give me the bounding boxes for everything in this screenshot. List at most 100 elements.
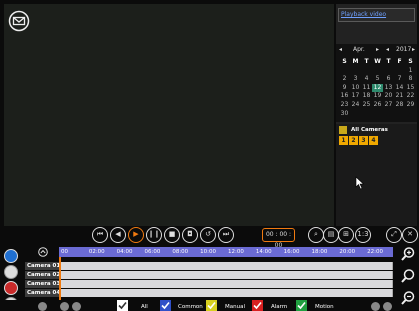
calendar-day[interactable]: 13 [383,84,394,93]
calendar-day [361,67,372,76]
year-label: 2017 [396,46,412,53]
calendar-day[interactable]: 4 [361,75,372,84]
playback-video-link[interactable]: Playback video [338,8,415,22]
video-view[interactable] [4,4,334,226]
search-icon[interactable]: ⌕ [308,227,324,243]
time-tick-label: 04:00 [116,249,133,255]
common-filter-checkbox[interactable] [160,300,171,311]
calendar-day[interactable]: 15 [405,84,416,93]
calendar-day[interactable]: 28 [394,101,405,110]
calendar-day[interactable]: 1 [405,67,416,76]
calendar-day[interactable]: 7 [394,75,405,84]
scroll-right-icon[interactable] [72,302,81,311]
calendar-day[interactable]: 29 [405,101,416,110]
calendar-day[interactable]: 23 [339,101,350,110]
timeline-down-icon[interactable] [38,302,47,311]
calendar-day[interactable]: 11 [361,84,372,93]
camera-track[interactable] [59,262,393,270]
manual-filter-checkbox[interactable] [206,300,217,311]
calendar-weekday: F [397,58,402,65]
calendar-weekday: M [352,58,359,65]
play-icon[interactable]: ▶ [128,227,144,243]
skip-back-icon[interactable]: ⏮ [92,227,108,243]
calendar-day[interactable]: 3 [350,75,361,84]
time-tick-label: 14:00 [255,249,272,255]
calendar-day[interactable]: 5 [372,75,383,84]
rewind-icon[interactable]: ↺ [200,227,216,243]
calendar-week-row: 30 [339,110,416,119]
time-tick-label: 20:00 [339,249,356,255]
stop-icon[interactable]: ■ [164,227,180,243]
time-tick-label: 18:00 [311,249,328,255]
save-icon[interactable]: ▤ [323,227,339,243]
prev-year-icon[interactable]: ◂ [386,46,389,53]
scroll-left-icon[interactable] [371,302,380,311]
calendar-day[interactable]: 25 [361,101,372,110]
calendar-day[interactable]: 14 [394,84,405,93]
next-month-icon[interactable]: ▸ [376,46,379,53]
fullscreen-icon[interactable]: ⤢ [386,227,402,243]
calendar-day [383,110,394,119]
camera-track[interactable] [59,280,393,288]
calendar-day[interactable]: 18 [361,92,372,101]
calendar-day[interactable]: 22 [405,92,416,101]
pause-icon[interactable]: ❙❙ [146,227,162,243]
calendar-day[interactable]: 9 [339,84,350,93]
mail-icon[interactable] [8,10,30,32]
motion-filter-checkbox[interactable] [296,300,307,311]
calendar-day[interactable]: 21 [394,92,405,101]
calendar-day[interactable]: 30 [339,110,350,119]
playhead[interactable] [59,257,61,300]
calendar-day-selected[interactable]: 12 [372,83,383,93]
camera-track[interactable] [59,271,393,279]
calendar-day[interactable]: 6 [383,75,394,84]
time-axis[interactable]: 00 02:00 04:00 06:00 08:00 10:00 12:00 14:00 16:… [59,247,393,257]
zoom-out-icon[interactable] [400,290,416,306]
calendar-week-row: 9 10 11 12 13 14 15 [339,83,416,93]
calendar-day[interactable]: 26 [372,101,383,110]
calendar-nav: ◂ Apr. ▸ ◂ 2017 ▸ [336,46,417,55]
calendar-day[interactable]: 10 [350,84,361,93]
prev-icon[interactable]: ◀ [110,227,126,243]
camera-toggle-1[interactable]: 1 [339,136,348,145]
calendar-day[interactable]: 8 [405,75,416,84]
timeline-up-icon[interactable] [37,247,49,257]
calendar-week-row: 1 [339,67,416,76]
all-filter-checkbox[interactable] [117,300,128,311]
camera-track[interactable] [59,289,393,297]
prev-month-icon[interactable]: ◂ [339,46,342,53]
time-tick-label: 12:00 [228,249,244,255]
calendar-weekday: T [386,58,391,65]
calendar-weekday: S [342,58,347,65]
zoom-in-icon[interactable] [400,246,416,262]
calendar-day[interactable]: 2 [339,75,350,84]
calendar-day [394,110,405,119]
camera-toggle-3[interactable]: 3 [359,136,368,145]
calendar-day [383,67,394,76]
next-year-icon[interactable]: ▸ [412,46,415,53]
close-icon[interactable]: ✕ [402,227,418,243]
scroll-left-icon[interactable] [60,302,69,311]
calendar-day [339,67,350,76]
camera-toggle-2[interactable]: 2 [349,136,358,145]
all-cameras-checkbox[interactable] [339,126,347,134]
calendar-weekday: T [364,58,369,65]
camera-selector: All Cameras 1 2 3 4 [336,124,417,226]
month-label: Apr. [353,46,365,53]
grid-view-icon[interactable]: ⊞ [338,227,354,243]
time-display: 00 : 00 : 00 [262,228,295,249]
scroll-right-icon[interactable] [383,302,392,311]
calendar-day[interactable]: 27 [383,101,394,110]
calendar-day[interactable]: 17 [350,92,361,101]
camera-toggle-4[interactable]: 4 [369,136,378,145]
calendar-day[interactable]: 20 [383,92,394,101]
search-icon[interactable] [400,268,416,284]
alarm-filter-checkbox[interactable] [252,300,263,311]
skip-forward-icon[interactable]: ⏭ [218,227,234,243]
calendar-day[interactable]: 16 [339,92,350,101]
snapshot-icon[interactable]: ◘ [182,227,198,243]
calendar-day[interactable]: 24 [350,101,361,110]
calendar-day[interactable]: 19 [372,92,383,101]
speed-icon[interactable]: 1:3 [355,227,371,243]
mouse-cursor-icon [355,176,365,190]
